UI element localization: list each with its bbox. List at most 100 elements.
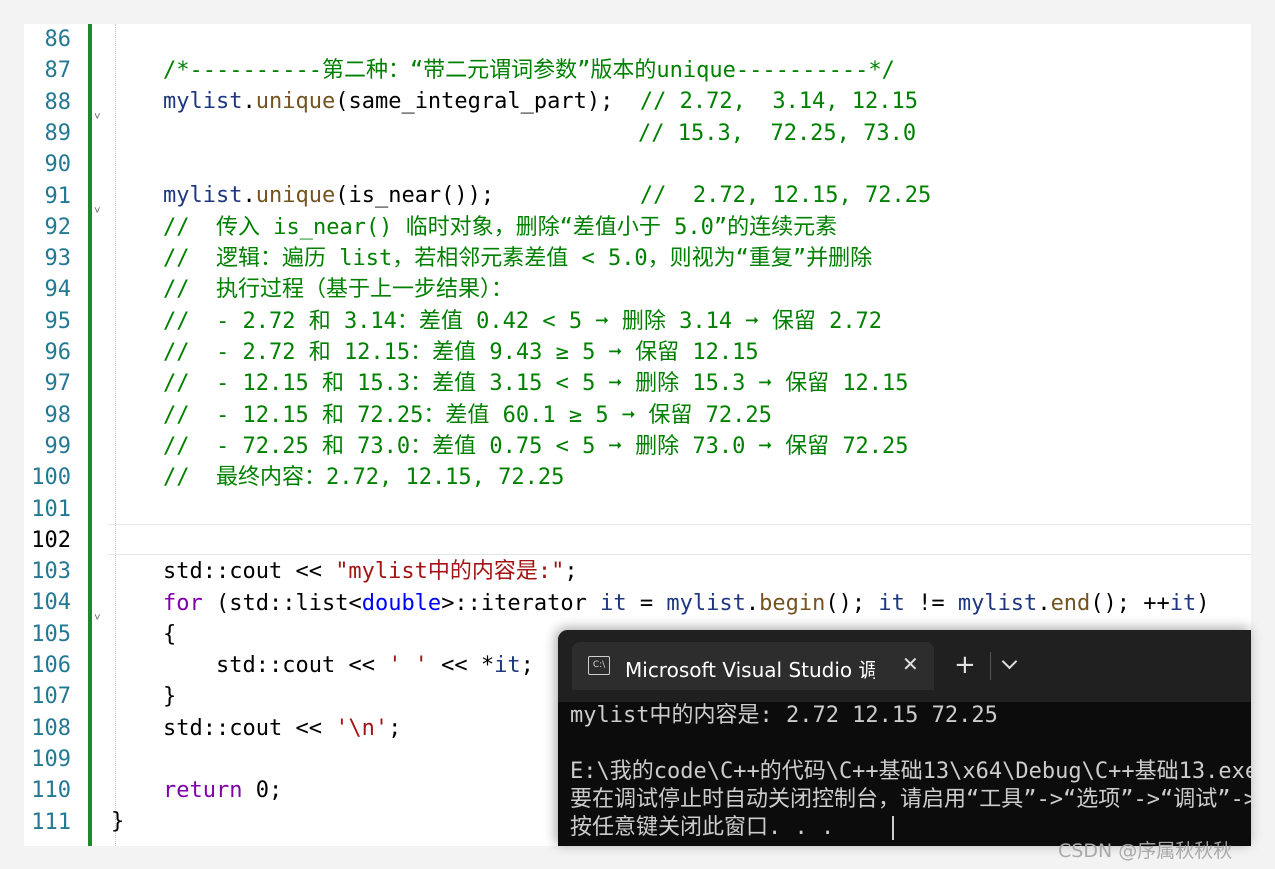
line-number: 97 (44, 371, 72, 397)
identifier: it (1169, 591, 1197, 616)
identifier: mylist (163, 89, 243, 114)
code-line-106: std::cout << ' ' << *it; (216, 650, 534, 681)
code-line-103: std::cout << "mylist中的内容是:"; (163, 556, 578, 587)
identifier: it (878, 591, 905, 616)
fold-chevron-icon[interactable]: ˅ (94, 195, 101, 226)
line-number: 99 (44, 433, 72, 459)
console-icon: C:\ (588, 656, 610, 675)
code-line-108: std::cout << '\n'; (163, 713, 401, 744)
method-name: unique (255, 183, 336, 208)
code-text: = (626, 591, 667, 616)
line-number: 106 (31, 653, 71, 678)
char-literal: '\n' (335, 716, 389, 741)
line-number: 100 (31, 465, 71, 491)
code-line-87: /*----------第二种：“带二元谓词参数”版本的unique------… (163, 55, 895, 86)
line-number: 94 (44, 277, 72, 303)
comment: // 传入 is_near() 临时对象，删除“差值小于 5.0”的连续元素 (163, 215, 838, 240)
comment: // - 72.25 和 73.0：差值 0.75 < 5 ➞ 删除 73.0 … (163, 434, 909, 459)
code-line-94: // 执行过程（基于上一步结果）： (163, 274, 513, 305)
keyword: return (163, 778, 243, 803)
code-line-92: // 传入 is_near() 临时对象，删除“差值小于 5.0”的连续元素 (163, 212, 837, 243)
method-name: unique (255, 89, 336, 114)
comment: // 逻辑：遍历 list，若相邻元素差值 < 5.0，则视为“重复”并删除 (163, 246, 873, 271)
watermark: CSDN @序属秋秋秋 (1058, 840, 1233, 862)
indent-guide (115, 24, 116, 846)
comment: /*----------第二种：“带二元谓词参数”版本的unique------… (163, 58, 895, 83)
code-line-98: // - 12.15 和 72.25：差值 60.1 ≥ 5 ➞ 保留 72.2… (163, 400, 772, 431)
punct: . (242, 183, 256, 208)
code-text: (); ++ (1090, 591, 1170, 616)
code-line-100: // 最终内容：2.72, 12.15, 72.25 (163, 462, 564, 493)
punct: ; (388, 716, 402, 741)
fold-chevron-icon[interactable]: ˅ (94, 602, 101, 633)
line-number: 102 (31, 527, 71, 553)
char-literal: ' ' (388, 653, 428, 678)
line-number: 105 (31, 621, 71, 647)
debug-console-window[interactable]: C:\ Microsoft Visual Studio 调试控制台 ✕ + my… (558, 630, 1251, 846)
brace: } (111, 809, 125, 834)
identifier: mylist (957, 591, 1038, 616)
code-line-104: for (std::list<double>::iterator it = my… (163, 588, 1210, 619)
comment: // 15.3, 72.25, 73.0 (638, 121, 917, 146)
change-indicator-bar (88, 24, 92, 846)
line-number: 108 (31, 715, 71, 741)
type-keyword: double (361, 591, 442, 616)
line-number: 86 (44, 27, 72, 52)
code-line-111: } (111, 806, 124, 837)
line-number: 98 (44, 402, 72, 428)
terminal-output-line: 按任意键关闭此窗口. . . (570, 815, 835, 840)
line-number: 93 (44, 246, 72, 272)
line-number: 89 (44, 120, 72, 146)
code-text: (); (825, 591, 879, 616)
terminal-output-line: E:\我的code\C++的代码\C++基础13\x64\Debug\C++基础… (570, 759, 1251, 784)
terminal-tab-bar: C:\ Microsoft Visual Studio 调试控制台 ✕ + (558, 630, 1251, 702)
identifier: it (600, 591, 627, 616)
tab-divider (990, 652, 991, 680)
code-line-105: { (163, 619, 176, 650)
code-line-107: } (163, 681, 176, 712)
line-number: 110 (31, 778, 71, 804)
line-number: 103 (31, 559, 71, 585)
punct: . (1037, 591, 1051, 616)
identifier: mylist (666, 591, 746, 616)
code-text: (same_integral_part); (335, 89, 614, 114)
code-line-95: // - 2.72 和 3.14：差值 0.42 < 5 ➞ 删除 3.14 ➞… (163, 306, 882, 337)
punct: ) (1196, 591, 1210, 616)
code-text: (std::list< (202, 591, 362, 616)
code-text: 0; (242, 778, 283, 803)
line-number: 92 (44, 214, 72, 240)
brace: } (163, 684, 177, 709)
comment: // - 12.15 和 72.25：差值 60.1 ≥ 5 ➞ 保留 72.2… (163, 403, 772, 428)
code-line-96: // - 2.72 和 12.15：差值 9.43 ≥ 5 ➞ 保留 12.15 (163, 337, 759, 368)
new-tab-button[interactable]: + (954, 652, 976, 678)
identifier: mylist (163, 183, 243, 208)
line-number: 111 (31, 809, 71, 835)
current-line-highlight (108, 524, 1251, 555)
comment: // - 2.72 和 12.15：差值 9.43 ≥ 5 ➞ 保留 12.15 (163, 340, 759, 365)
line-number: 91 (44, 183, 72, 209)
terminal-tab[interactable]: C:\ Microsoft Visual Studio 调试控制台 ✕ (572, 642, 934, 690)
terminal-output-line: 要在调试停止时自动关闭控制台，请启用“工具”->“选项”->“调试”->“调试停… (570, 787, 1251, 812)
punct: ; (564, 559, 578, 584)
chevron-down-icon[interactable] (1001, 653, 1018, 670)
fold-chevron-icon[interactable]: ˅ (94, 101, 101, 132)
terminal-output-line: mylist中的内容是: 2.72 12.15 72.25 (570, 703, 998, 728)
punct: . (745, 591, 760, 616)
code-text: << * (427, 653, 495, 678)
comment: // - 12.15 和 15.3：差值 3.15 < 5 ➞ 删除 15.3 … (163, 371, 909, 396)
brace: { (163, 622, 177, 647)
keyword: for (163, 591, 203, 616)
line-number: 90 (44, 152, 72, 178)
comment: // 最终内容：2.72, 12.15, 72.25 (163, 465, 565, 490)
code-line-89: // 15.3, 72.25, 73.0 (638, 118, 916, 149)
method-name: end (1050, 591, 1091, 616)
close-icon[interactable]: ✕ (902, 652, 919, 676)
code-text: std::cout << (216, 653, 389, 678)
punct: . (242, 89, 256, 114)
comment: // - 2.72 和 3.14：差值 0.42 < 5 ➞ 删除 3.14 ➞… (163, 309, 883, 334)
string-literal: "mylist中的内容是:" (335, 559, 565, 584)
line-number: 107 (31, 684, 71, 710)
line-number: 95 (44, 308, 72, 334)
code-line-97: // - 12.15 和 15.3：差值 3.15 < 5 ➞ 删除 15.3 … (163, 368, 909, 399)
comment: // 2.72, 3.14, 12.15 (639, 89, 919, 114)
